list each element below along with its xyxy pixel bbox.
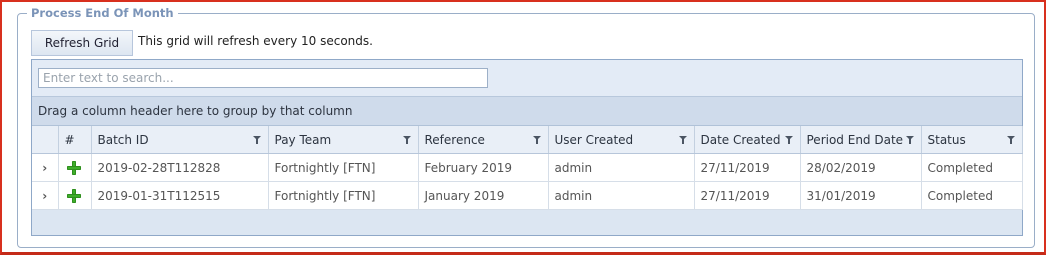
cell-date-created: 27/11/2019 bbox=[694, 181, 801, 210]
chevron-right-icon[interactable]: › bbox=[32, 181, 59, 210]
column-header-batch-id[interactable]: Batch ID bbox=[91, 126, 269, 154]
cell-user-created: admin bbox=[548, 153, 695, 182]
column-label: Reference bbox=[424, 132, 485, 147]
column-label: Batch ID bbox=[97, 132, 149, 147]
filter-icon[interactable] bbox=[784, 136, 793, 144]
search-bar bbox=[32, 60, 1022, 97]
filter-icon[interactable] bbox=[678, 136, 687, 144]
grid-table: # Batch ID Pay Team Reference User Creat… bbox=[32, 126, 1023, 210]
batch-grid: Drag a column header here to group by th… bbox=[31, 59, 1023, 236]
filter-icon[interactable] bbox=[402, 136, 411, 144]
row-action-cell bbox=[58, 153, 92, 182]
column-header-user-created[interactable]: User Created bbox=[548, 126, 695, 154]
cell-batch-id: 2019-01-31T112515 bbox=[91, 181, 269, 210]
column-label: User Created bbox=[554, 132, 634, 147]
cell-pay-team: Fortnightly [FTN] bbox=[268, 181, 419, 210]
refresh-note: This grid will refresh every 10 seconds. bbox=[138, 34, 373, 48]
header-row: # Batch ID Pay Team Reference User Creat… bbox=[32, 126, 1023, 154]
green-plus-icon[interactable] bbox=[66, 160, 82, 176]
cell-period-end-date: 28/02/2019 bbox=[800, 153, 922, 182]
table-row[interactable]: › 2019-01-31T112515 Fortnightly [FTN] Ja… bbox=[32, 181, 1023, 210]
column-header-date-created[interactable]: Date Created bbox=[694, 126, 801, 154]
chevron-right-icon[interactable]: › bbox=[32, 153, 59, 182]
filter-icon[interactable] bbox=[1006, 136, 1015, 144]
filter-icon[interactable] bbox=[905, 136, 914, 144]
search-input[interactable] bbox=[38, 68, 488, 88]
cell-period-end-date: 31/01/2019 bbox=[800, 181, 922, 210]
cell-user-created: admin bbox=[548, 181, 695, 210]
column-header-status[interactable]: Status bbox=[921, 126, 1023, 154]
panel-title: Process End Of Month bbox=[27, 5, 178, 21]
group-by-panel[interactable]: Drag a column header here to group by th… bbox=[32, 97, 1022, 126]
column-label: Status bbox=[927, 132, 966, 147]
cell-reference: January 2019 bbox=[418, 181, 549, 210]
cell-status: Completed bbox=[921, 181, 1023, 210]
cell-status: Completed bbox=[921, 153, 1023, 182]
column-label: Period End Date bbox=[806, 132, 904, 147]
grid-footer bbox=[32, 210, 1022, 235]
green-plus-icon[interactable] bbox=[66, 188, 82, 204]
cell-date-created: 27/11/2019 bbox=[694, 153, 801, 182]
table-row[interactable]: › 2019-02-28T112828 Fortnightly [FTN] Fe… bbox=[32, 153, 1023, 182]
column-header-period-end-date[interactable]: Period End Date bbox=[800, 126, 922, 154]
column-header-reference[interactable]: Reference bbox=[418, 126, 549, 154]
refresh-grid-button[interactable]: Refresh Grid bbox=[31, 30, 133, 56]
cell-pay-team: Fortnightly [FTN] bbox=[268, 153, 419, 182]
row-action-cell bbox=[58, 181, 92, 210]
cell-reference: February 2019 bbox=[418, 153, 549, 182]
filter-icon[interactable] bbox=[532, 136, 541, 144]
filter-icon[interactable] bbox=[252, 136, 261, 144]
cell-batch-id: 2019-02-28T112828 bbox=[91, 153, 269, 182]
column-label: Pay Team bbox=[274, 132, 332, 147]
column-header-index[interactable]: # bbox=[58, 126, 92, 154]
column-header-pay-team[interactable]: Pay Team bbox=[268, 126, 419, 154]
expand-column-header bbox=[32, 126, 59, 154]
column-label: Date Created bbox=[700, 132, 781, 147]
